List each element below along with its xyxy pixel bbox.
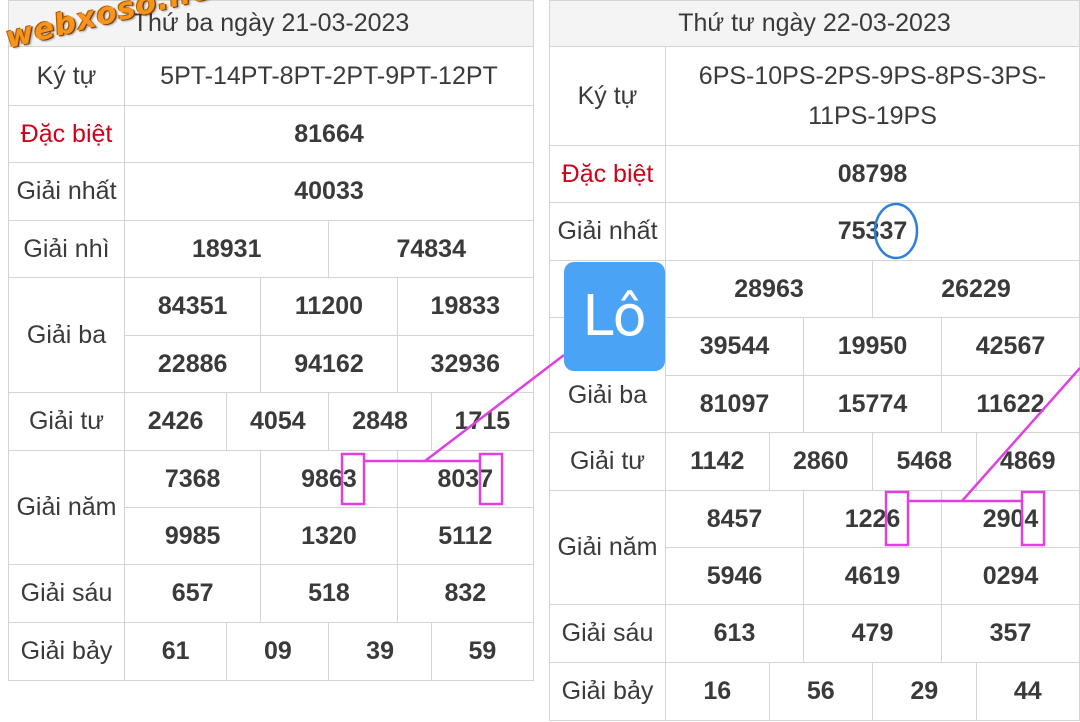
- connector-line: [424, 354, 565, 462]
- highlight-circle: [873, 202, 919, 260]
- annotation-overlay: [340, 202, 1080, 547]
- highlight-box: [884, 490, 910, 547]
- highlight-box: [1020, 490, 1046, 547]
- connector-line: [961, 367, 1080, 502]
- lo-badge: Lô: [564, 262, 665, 371]
- highlight-box: [478, 452, 504, 506]
- highlight-box: [340, 452, 366, 506]
